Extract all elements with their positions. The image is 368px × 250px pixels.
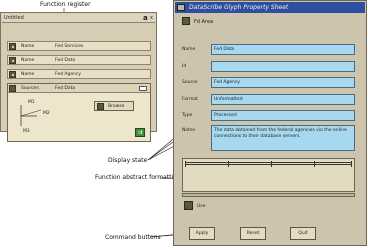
- format-label: Format: [182, 97, 198, 102]
- register-row-label: Name: [21, 58, 35, 63]
- glyph-icon: [97, 103, 104, 110]
- browse-button-label: Browse: [108, 104, 125, 109]
- callout-display-state: Display state: [108, 157, 148, 164]
- glyph-icon[interactable]: [184, 201, 193, 210]
- register-row[interactable]: Name Fed Data: [7, 55, 151, 65]
- apply-arrow-button[interactable]: ⇉: [135, 128, 145, 137]
- glyph-icon: [9, 71, 16, 78]
- glyph-icon: [9, 43, 16, 50]
- glyph-type-label: Fd Area: [194, 19, 214, 25]
- ruler-tick: [271, 161, 272, 167]
- double-arrow-icon: ⇉: [137, 129, 143, 136]
- function-register-title: Untitled: [4, 15, 24, 21]
- ruler-tick: [351, 161, 352, 167]
- quit-button[interactable]: Quit: [290, 227, 316, 240]
- use-label: Use: [197, 204, 206, 209]
- register-group-value: Fed Data: [55, 86, 76, 91]
- glyph-icon: [9, 57, 16, 64]
- source-field[interactable]: Fed Agency: [211, 77, 355, 88]
- function-register-titlebar[interactable]: Untitled a x: [2, 14, 155, 23]
- diagram-label-top: M1: [28, 100, 35, 105]
- type-field[interactable]: Processed: [211, 110, 355, 121]
- register-row-label: Name: [21, 44, 35, 49]
- formatting-ruler[interactable]: [182, 158, 355, 192]
- register-group-label: Sources: [21, 86, 39, 91]
- ruler-tick: [314, 161, 315, 167]
- property-sheet-titlebar[interactable]: DataScribe Glyph Property Sheet: [175, 2, 365, 13]
- browse-button[interactable]: Browse: [94, 101, 134, 111]
- callout-command-buttons: Command buttons: [105, 234, 161, 241]
- property-sheet-title: DataScribe Glyph Property Sheet: [189, 4, 289, 11]
- id-label: Id: [182, 64, 187, 69]
- ruler-tick: [185, 161, 186, 167]
- diagram-label-bottom: M3: [23, 129, 30, 134]
- notes-field[interactable]: The data obtained from the federal agenc…: [211, 125, 355, 151]
- callout-function-register: Function register: [40, 1, 91, 8]
- register-row-value: Fed Data: [55, 58, 76, 63]
- glyph-type-icon: [182, 17, 190, 25]
- ruler-bar: [185, 162, 352, 165]
- function-register-window: Untitled a x Name Fed Services Name Fed …: [0, 12, 157, 142]
- apply-button[interactable]: Apply: [189, 227, 215, 240]
- scroll-marker-icon: [139, 86, 147, 91]
- register-row-value: Fed Services: [55, 44, 84, 49]
- horizontal-scrollbar[interactable]: [182, 193, 355, 197]
- property-sheet-window: DataScribe Glyph Property Sheet Fd Area …: [173, 0, 367, 246]
- diagram-label-right: M2: [43, 111, 50, 116]
- font-icon[interactable]: a: [143, 14, 148, 22]
- format-field[interactable]: Unformatted: [211, 94, 355, 105]
- close-icon[interactable]: x: [150, 15, 153, 21]
- register-row[interactable]: Name Fed Agency: [7, 69, 151, 79]
- register-row-value: Fed Agency: [55, 72, 82, 77]
- source-label: Source: [182, 80, 198, 85]
- glyph-icon: [9, 85, 16, 92]
- reset-button[interactable]: Reset: [240, 227, 266, 240]
- name-label: Name: [182, 47, 196, 52]
- register-group-box: Sources Fed Data M1 M2 M3 Browse ⇉: [7, 83, 151, 142]
- ruler-tick: [228, 161, 229, 167]
- register-group-header[interactable]: Sources Fed Data: [8, 84, 150, 93]
- type-label: Type: [182, 113, 193, 118]
- id-field[interactable]: [211, 61, 355, 72]
- notes-label: Notes: [182, 128, 195, 133]
- callout-function-abstract-formatting: Function abstract formatting: [95, 174, 181, 181]
- register-row-label: Name: [21, 72, 35, 77]
- window-menu-icon[interactable]: [177, 4, 185, 11]
- name-field[interactable]: Fed Data: [211, 44, 355, 55]
- register-row[interactable]: Name Fed Services: [7, 41, 151, 51]
